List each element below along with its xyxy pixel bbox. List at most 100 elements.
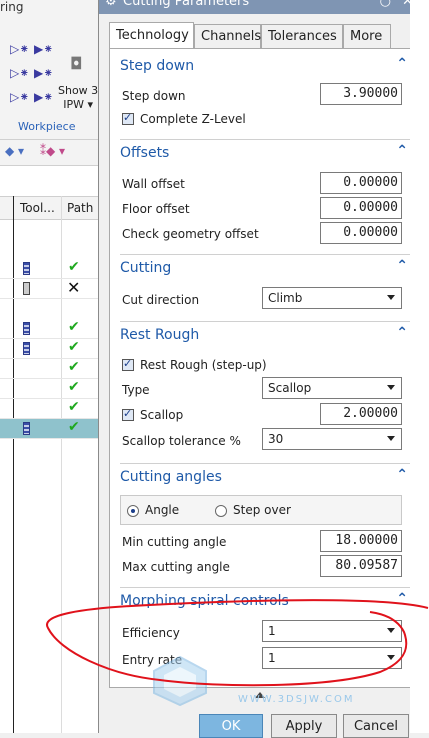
angle-radio-label: Angle — [145, 503, 180, 517]
min-cutting-angle-input[interactable]: 18.00000 — [320, 530, 402, 552]
section-offsets-header[interactable]: Offsets ⌃ — [120, 139, 410, 167]
technology-panel: Step down ⌃ Step down 3.90000 Complete Z… — [109, 48, 411, 688]
col-path-header[interactable]: Path — [67, 201, 93, 215]
section-cutting-angles-header[interactable]: Cutting angles ⌃ — [120, 463, 410, 491]
ribbon-area: ring ▷⁕ ▶⁕ ▷⁕ ▶⁕ ▷⁕ ▶⁕ ◘ Show 3 IPW ▾ Wo… — [0, 0, 100, 140]
section-title: Offsets — [120, 145, 170, 161]
tab-tolerances[interactable]: Tolerances — [261, 24, 343, 48]
cancel-button[interactable]: Cancel — [343, 714, 409, 738]
wall-offset-input[interactable]: 0.00000 — [320, 172, 402, 194]
entry-rate-select[interactable]: 1 — [262, 647, 402, 669]
right-edge-strip — [410, 0, 429, 733]
table-row[interactable]: ✔ — [0, 339, 100, 359]
table-row[interactable]: ✔ — [0, 359, 100, 379]
apply-button[interactable]: Apply — [271, 714, 337, 738]
section-title: Morphing spiral controls — [120, 593, 289, 609]
watermark-text: WWW.3DSJW.COM — [238, 694, 355, 705]
efficiency-value: 1 — [268, 624, 276, 638]
cut-direction-label: Cut direction — [122, 293, 200, 307]
dialog-title: Cutting Parameters — [123, 0, 250, 9]
check-geometry-offset-input[interactable]: 0.00000 — [320, 222, 402, 244]
gear-icon: ⚙ — [105, 0, 117, 9]
check-icon: ✔ — [68, 259, 80, 275]
tab-strip: Technology Channels Tolerances More — [109, 22, 409, 48]
window-title-fragment: ring — [0, 0, 24, 14]
show-ipw-button[interactable]: Show 3 IPW ▾ — [58, 84, 98, 112]
tool-icon — [23, 322, 30, 335]
check-icon: ✔ — [68, 379, 80, 395]
section-rest-rough-header[interactable]: Rest Rough ⌃ — [120, 321, 410, 349]
scallop-tolerance-select[interactable]: 30 — [262, 428, 402, 450]
check-icon: ✔ — [68, 319, 80, 335]
cube-icon[interactable]: ◆ ▾ — [5, 144, 24, 158]
collapse-caret-icon[interactable]: ⌃ — [396, 591, 408, 607]
scallop-tolerance-label: Scallop tolerance % — [122, 434, 241, 448]
op-icon[interactable]: ▶⁕ — [34, 42, 53, 56]
max-cutting-angle-input[interactable]: 80.09587 — [320, 555, 402, 577]
col-tool-header[interactable]: Tool... — [20, 201, 55, 215]
collapse-caret-icon[interactable]: ⌃ — [396, 143, 408, 159]
step-over-radio-label: Step over — [233, 503, 291, 517]
complete-z-level-checkbox[interactable] — [122, 111, 134, 125]
table-row-selected[interactable]: ✔ — [0, 419, 100, 439]
ipw-label: IPW ▾ — [63, 98, 93, 111]
type-label: Type — [122, 383, 150, 397]
scallop-checkbox[interactable] — [122, 407, 134, 421]
table-row[interactable]: ✔ — [0, 399, 100, 419]
cut-direction-value: Climb — [268, 291, 303, 305]
cutting-parameters-dialog: ⚙ Cutting Parameters ○ ✕ Technology Chan… — [98, 0, 420, 738]
navigator-header: Tool... Path — [0, 196, 100, 220]
op-icon[interactable]: ▷⁕ — [10, 66, 29, 80]
ok-button[interactable]: OK — [199, 714, 263, 738]
collapse-caret-icon[interactable]: ⌃ — [396, 325, 408, 341]
dialog-titlebar[interactable]: ⚙ Cutting Parameters ○ ✕ — [99, 0, 419, 14]
chevron-down-icon — [387, 436, 395, 441]
scallop-label: Scallop — [140, 408, 184, 422]
check-geometry-offset-label: Check geometry offset — [122, 227, 259, 241]
collapse-caret-icon[interactable]: ⌃ — [396, 258, 408, 274]
rest-rough-checkbox[interactable] — [122, 357, 134, 371]
tab-channels[interactable]: Channels — [194, 24, 261, 48]
step-down-label: Step down — [122, 89, 186, 103]
type-select[interactable]: Scallop — [262, 377, 402, 399]
cut-direction-select[interactable]: Climb — [262, 287, 402, 309]
watermark-logo-icon — [153, 655, 207, 707]
floor-offset-input[interactable]: 0.00000 — [320, 197, 402, 219]
type-value: Scallop — [268, 381, 312, 395]
section-morphing-header[interactable]: Morphing spiral controls ⌃ — [120, 587, 410, 615]
op-icon[interactable]: ▷⁕ — [10, 90, 29, 104]
floor-offset-label: Floor offset — [122, 202, 190, 216]
angle-radio[interactable] — [127, 505, 139, 517]
filter-icon[interactable]: ⁑◆ ▾ — [40, 144, 65, 158]
scallop-input[interactable]: 2.00000 — [320, 403, 402, 425]
section-step-down-header[interactable]: Step down ⌃ — [120, 53, 410, 81]
table-row[interactable]: ✔ — [0, 379, 100, 399]
op-icon[interactable]: ▶⁕ — [34, 66, 53, 80]
options-icon[interactable]: ○ — [380, 0, 391, 9]
table-row[interactable]: ✔ — [0, 319, 100, 339]
tab-more[interactable]: More — [343, 24, 391, 48]
check-icon: ✔ — [68, 399, 80, 415]
step-over-radio[interactable] — [215, 505, 227, 517]
check-icon: ✔ — [68, 419, 80, 435]
section-cutting-header[interactable]: Cutting ⌃ — [120, 254, 410, 282]
tool-icon — [23, 262, 30, 275]
table-row[interactable]: ✕ — [0, 278, 100, 299]
op-icon[interactable]: ▷⁕ — [10, 42, 29, 56]
efficiency-select[interactable]: 1 — [262, 620, 402, 642]
collapse-caret-icon[interactable]: ⌃ — [396, 467, 408, 483]
show-ipw-icon[interactable]: ◘ — [70, 54, 83, 73]
chevron-down-icon — [387, 655, 395, 660]
tool-icon — [23, 282, 30, 295]
entry-rate-value: 1 — [268, 651, 276, 665]
chevron-down-icon — [387, 295, 395, 300]
tool-icon — [23, 422, 30, 435]
op-icon[interactable]: ▶⁕ — [34, 90, 53, 104]
collapse-caret-icon[interactable]: ⌃ — [396, 56, 408, 72]
section-title: Cutting angles — [120, 469, 222, 485]
rest-rough-label: Rest Rough (step-up) — [140, 358, 267, 372]
table-row[interactable]: ✔ — [0, 259, 100, 279]
step-down-input[interactable]: 3.90000 — [320, 83, 402, 105]
complete-z-level-label: Complete Z-Level — [140, 112, 246, 126]
tab-technology[interactable]: Technology — [109, 22, 194, 48]
